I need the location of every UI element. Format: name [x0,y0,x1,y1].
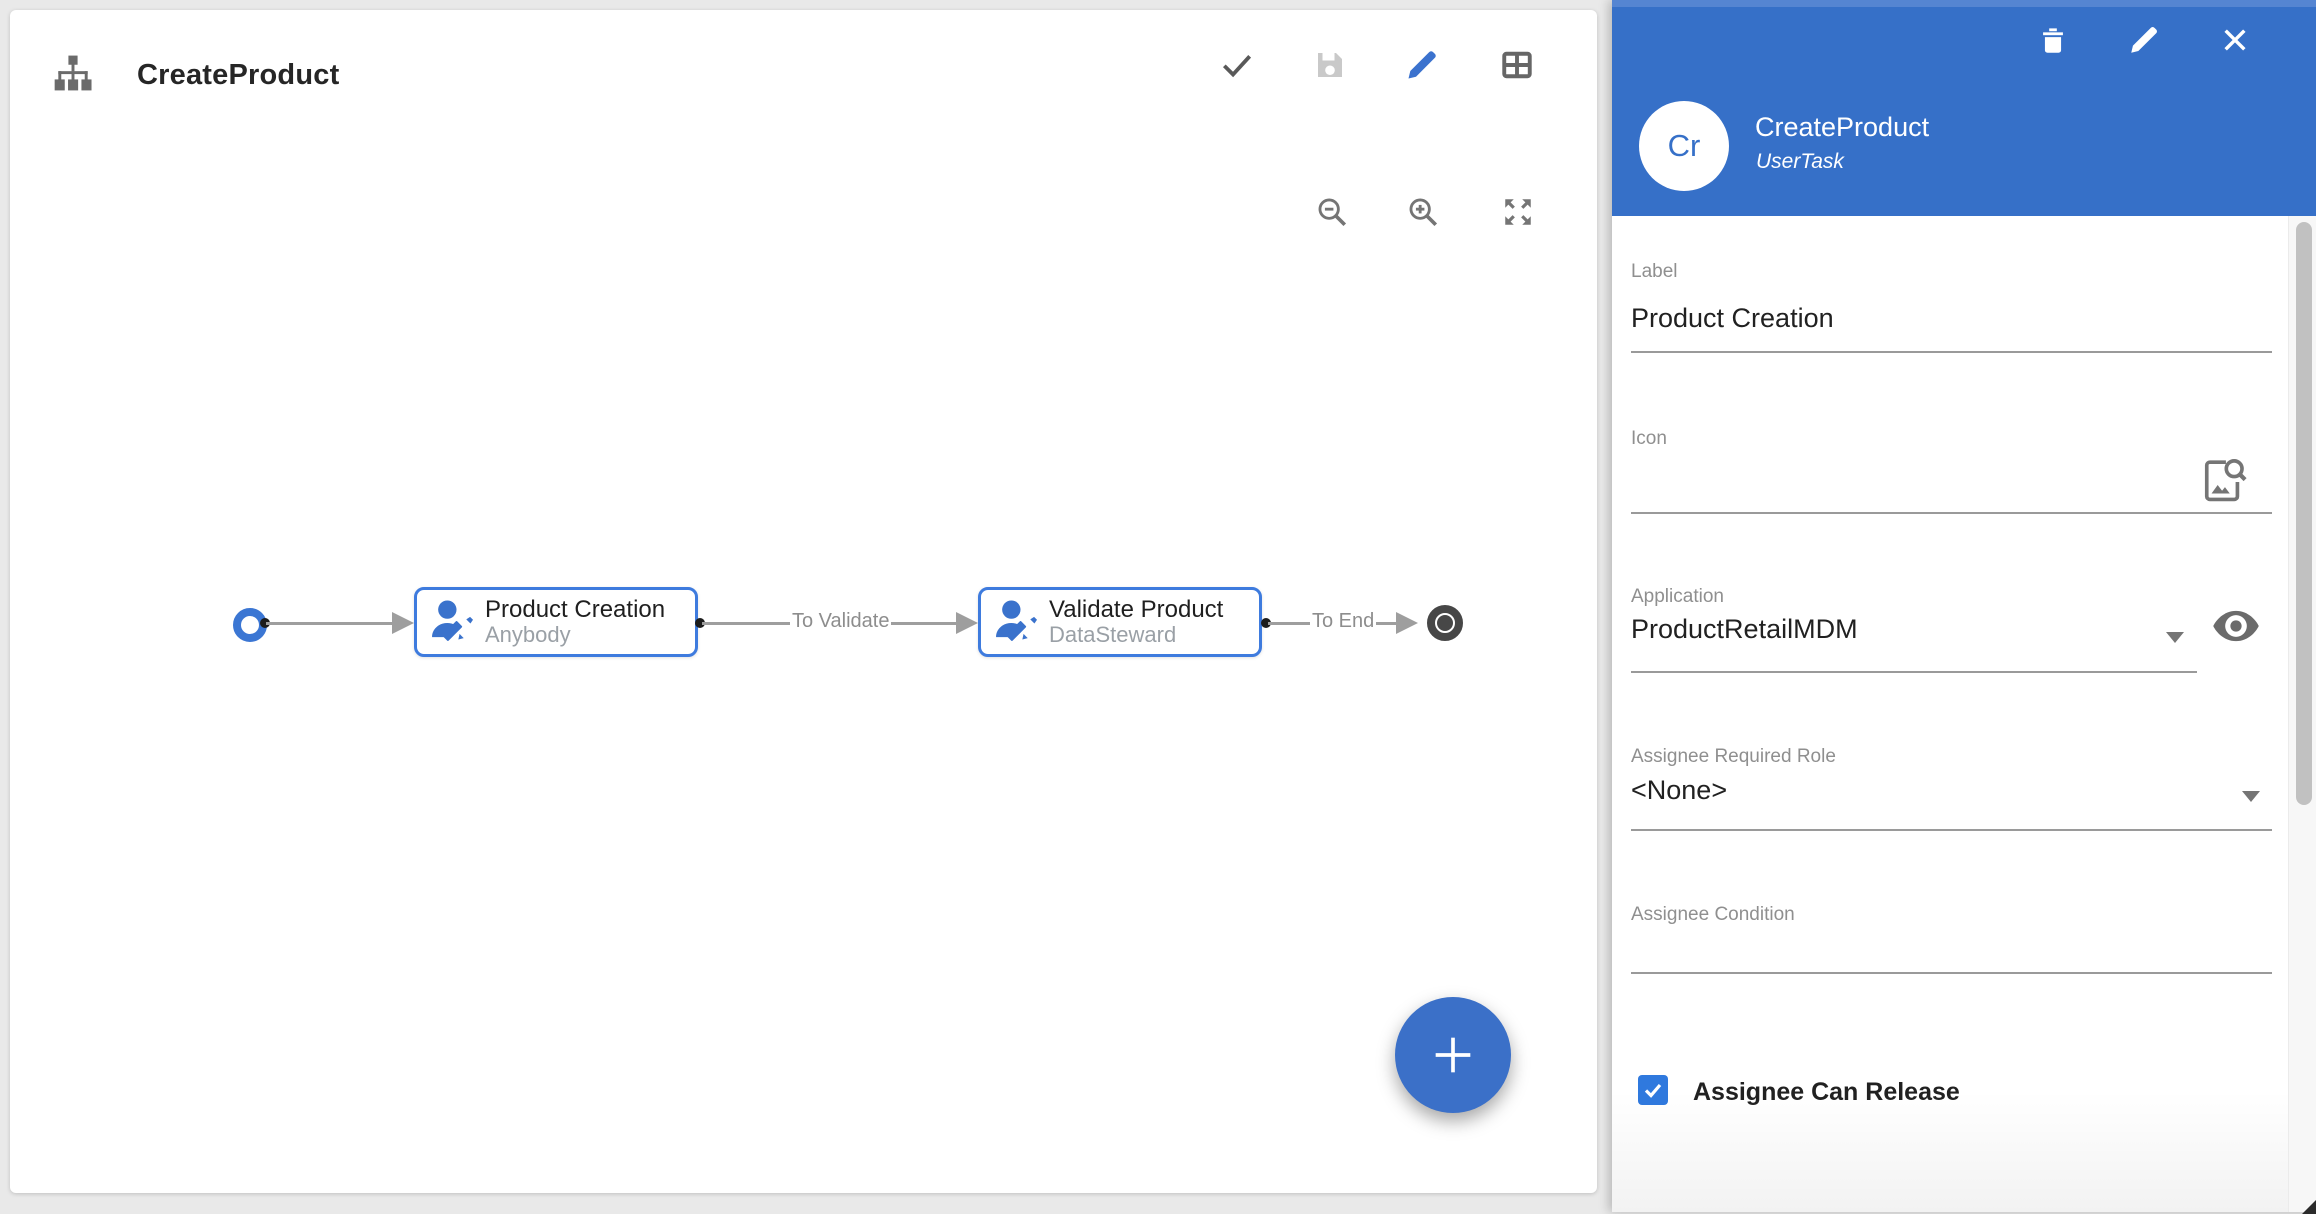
dropdown-caret-icon[interactable] [2166,632,2184,643]
image-search-icon[interactable] [2201,456,2247,511]
field-underline [1631,671,2197,673]
edit-mode-button[interactable] [1402,45,1442,85]
avatar-initials: Cr [1668,128,1701,164]
zoom-out-button[interactable] [1312,192,1352,232]
arrowhead-icon [392,612,414,634]
table-icon [1499,47,1535,83]
validate-button[interactable] [1217,45,1257,85]
task-node-product-creation[interactable]: Product Creation Anybody [414,587,698,657]
save-icon [1312,47,1348,83]
properties-panel: Cr CreateProduct UserTask Label Product … [1612,0,2316,1212]
delete-button[interactable] [2033,18,2073,62]
dropdown-caret-icon[interactable] [2242,791,2260,802]
check-icon [1641,1078,1665,1102]
edit-button[interactable] [2124,18,2164,62]
add-step-fab[interactable] [1395,997,1511,1113]
edge-label: To End [1310,610,1376,633]
view-application-button[interactable] [2210,604,2262,653]
workflow-title: CreateProduct [137,59,339,92]
zoom-in-icon [1406,195,1440,229]
expand-icon [1501,195,1535,229]
field-underline [1631,512,2272,514]
panel-bottom-shade [1612,1090,2316,1212]
field-label-label: Label [1631,261,1678,283]
field-label-icon: Icon [1631,428,1667,450]
eye-icon [2210,604,2262,648]
scrollbar-thumb[interactable] [2296,222,2312,805]
field-label-assignee-required-role: Assignee Required Role [1631,746,1836,768]
zoom-in-button[interactable] [1403,192,1443,232]
field-label-assignee-condition: Assignee Condition [1631,904,1795,926]
application-select[interactable]: ProductRetailMDM [1631,614,1858,645]
panel-title: CreateProduct [1755,112,1929,143]
pencil-icon [1404,47,1440,83]
close-button[interactable] [2215,18,2255,62]
sitemap-icon [51,51,95,100]
plus-icon [1427,1029,1479,1081]
zoom-out-icon [1315,195,1349,229]
canvas-title-row: CreateProduct [51,50,339,100]
fit-screen-button[interactable] [1498,192,1538,232]
edge-label: To Validate [790,610,891,633]
task-title: Validate Product [1049,597,1223,623]
field-underline [1631,972,2272,974]
end-node[interactable] [1427,605,1463,641]
task-node-validate-product[interactable]: Validate Product DataSteward [978,587,1262,657]
user-edit-icon [993,598,1037,647]
task-subtitle: DataSteward [1049,623,1223,647]
user-edit-icon [429,598,473,647]
check-icon [1218,46,1256,84]
checkbox-label: Assignee Can Release [1693,1078,1960,1107]
edge-line [266,622,394,625]
assignee-required-role-select[interactable]: <None> [1631,775,1727,806]
avatar: Cr [1639,101,1729,191]
table-view-button[interactable] [1497,45,1537,85]
panel-subtitle: UserTask [1756,150,1844,174]
arrowhead-icon [1396,612,1418,634]
pencil-icon [2127,23,2161,57]
assignee-can-release-checkbox[interactable] [1638,1075,1668,1105]
close-icon [2219,24,2251,56]
field-label-application: Application [1631,586,1724,608]
workflow-canvas: CreateProduct Product Creation Anybody [10,10,1597,1193]
arrowhead-icon [956,612,978,634]
field-underline [1631,351,2272,353]
field-underline [1631,829,2272,831]
label-input[interactable]: Product Creation [1631,303,1834,334]
task-subtitle: Anybody [485,623,665,647]
task-title: Product Creation [485,597,665,623]
panel-header: Cr CreateProduct UserTask [1612,0,2316,216]
trash-icon [2036,23,2070,57]
panel-header-strip [1612,0,2316,7]
save-button[interactable] [1310,45,1350,85]
